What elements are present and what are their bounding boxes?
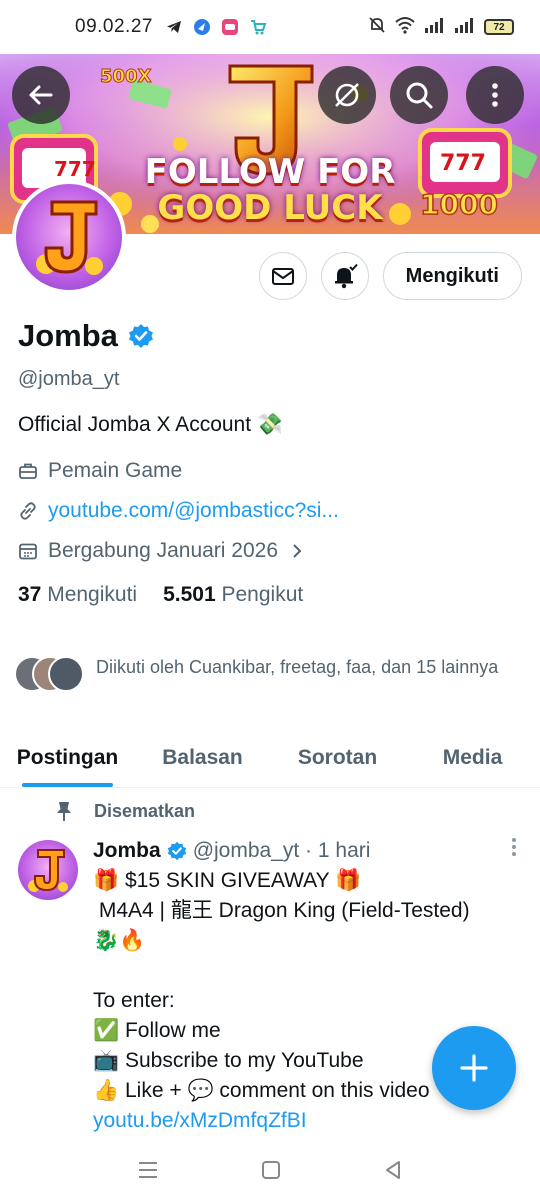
post-line: 🐉🔥 bbox=[93, 929, 146, 952]
following-label: Mengikuti bbox=[47, 583, 138, 606]
signal-2-icon bbox=[454, 16, 476, 39]
follower-avatars bbox=[14, 656, 86, 696]
badge-500x: 500X bbox=[100, 66, 152, 87]
search-icon bbox=[406, 82, 433, 109]
pin-icon bbox=[57, 802, 71, 821]
link-row: youtube.com/@jombasticc?si... bbox=[18, 491, 522, 531]
post-handle-time: @jomba_yt · 1 hari bbox=[192, 839, 371, 862]
more-vertical-icon bbox=[492, 83, 498, 107]
profile-bio: Official Jomba X Account 💸 bbox=[18, 413, 284, 436]
chevron-right-icon bbox=[293, 544, 302, 558]
post-avatar[interactable] bbox=[18, 840, 78, 900]
more-vertical-icon bbox=[512, 838, 516, 856]
profile-name: Jomba bbox=[18, 318, 118, 353]
wifi-icon bbox=[394, 16, 416, 39]
post-header: Jomba @jomba_yt · 1 hari bbox=[93, 836, 518, 866]
post-more-button[interactable] bbox=[510, 836, 518, 866]
app-pink-icon bbox=[221, 18, 239, 36]
status-time: 09.02.27 bbox=[75, 16, 153, 37]
tab-posts[interactable]: Postingan bbox=[0, 728, 135, 787]
tab-highlights[interactable]: Sorotan bbox=[270, 728, 405, 787]
post-line: M4A4 | 龍王 Dragon King (Field-Tested) bbox=[93, 899, 470, 922]
back-triangle-icon[interactable] bbox=[382, 1159, 404, 1181]
back-button[interactable] bbox=[12, 66, 70, 124]
app-blue-icon bbox=[193, 18, 211, 36]
plus-icon bbox=[460, 1054, 488, 1082]
profile-category: Pemain Game bbox=[48, 459, 183, 482]
profile-actions: Mengikuti bbox=[258, 252, 522, 300]
followers-label: Pengikut bbox=[221, 583, 304, 606]
verified-badge-icon bbox=[167, 841, 186, 861]
pinned-indicator: Disematkan bbox=[54, 800, 195, 822]
post-line: To enter: bbox=[93, 989, 175, 1012]
post-link[interactable]: youtu.be/xMzDmfqZfBI bbox=[93, 1106, 518, 1136]
pinned-label: Disematkan bbox=[94, 800, 196, 821]
link-icon bbox=[20, 502, 36, 520]
battery-icon: 72 bbox=[484, 19, 514, 35]
following-count: 37 bbox=[18, 583, 42, 606]
profile-tabs: Postingan Balasan Sorotan Media bbox=[0, 728, 540, 788]
mute-bell-icon bbox=[368, 16, 386, 39]
grok-icon bbox=[335, 83, 359, 107]
profile-stats: 37 Mengikuti 5.501 Pengikut bbox=[18, 583, 522, 607]
following-button[interactable]: Mengikuti bbox=[382, 252, 522, 300]
signal-1-icon bbox=[424, 16, 446, 39]
status-indicators: 72 bbox=[368, 16, 514, 39]
grok-button[interactable] bbox=[318, 66, 376, 124]
profile-info: Jomba @jomba_yt Official Jomba X Account… bbox=[18, 316, 522, 607]
status-app-icons bbox=[165, 18, 267, 36]
mail-icon bbox=[271, 268, 294, 285]
following-stat[interactable]: 37 Mengikuti bbox=[18, 583, 137, 607]
tab-media[interactable]: Media bbox=[405, 728, 540, 787]
followed-by-row[interactable]: Diikuti oleh Cuankibar, freetag, faa, da… bbox=[14, 654, 524, 696]
more-options-button[interactable] bbox=[466, 66, 524, 124]
status-bar: 09.02.27 72 bbox=[0, 0, 540, 54]
avatar-j-logo bbox=[28, 849, 68, 892]
briefcase-icon bbox=[19, 463, 37, 479]
post-line bbox=[93, 956, 518, 986]
system-nav-bar bbox=[0, 1140, 540, 1200]
post-author[interactable]: Jomba bbox=[93, 836, 161, 866]
joined-row[interactable]: Bergabung Januari 2026 bbox=[18, 531, 522, 571]
post-line: 🎁 $15 SKIN GIVEAWAY 🎁 bbox=[93, 869, 362, 892]
home-icon[interactable] bbox=[260, 1159, 282, 1181]
followers-count: 5.501 bbox=[163, 583, 216, 606]
avatar bbox=[48, 656, 84, 692]
category-row: Pemain Game bbox=[18, 451, 522, 491]
verified-badge-icon[interactable] bbox=[128, 323, 154, 349]
bell-check-icon bbox=[334, 263, 358, 289]
followed-by-text: Diikuti oleh Cuankibar, freetag, faa, da… bbox=[96, 657, 499, 677]
tab-replies[interactable]: Balasan bbox=[135, 728, 270, 787]
menu-icon[interactable] bbox=[136, 1159, 160, 1181]
compose-button[interactable] bbox=[432, 1026, 516, 1110]
profile-avatar[interactable] bbox=[12, 180, 126, 294]
notifications-button[interactable] bbox=[320, 252, 369, 300]
arrow-left-icon bbox=[29, 85, 53, 105]
message-button[interactable] bbox=[258, 252, 307, 300]
profile-website-link[interactable]: youtube.com/@jombasticc?si... bbox=[48, 499, 339, 523]
name-row: Jomba bbox=[18, 316, 522, 356]
profile-joined: Bergabung Januari 2026 bbox=[48, 539, 279, 562]
calendar-icon bbox=[19, 543, 37, 560]
avatar-j-logo bbox=[36, 200, 103, 275]
followers-stat[interactable]: 5.501 Pengikut bbox=[163, 583, 303, 607]
shopping-cart-icon bbox=[249, 18, 267, 36]
profile-handle: @jomba_yt bbox=[18, 368, 120, 390]
profile-meta: Pemain Game youtube.com/@jombasticc?si..… bbox=[18, 451, 522, 571]
telegram-icon bbox=[165, 18, 183, 36]
search-button[interactable] bbox=[390, 66, 448, 124]
